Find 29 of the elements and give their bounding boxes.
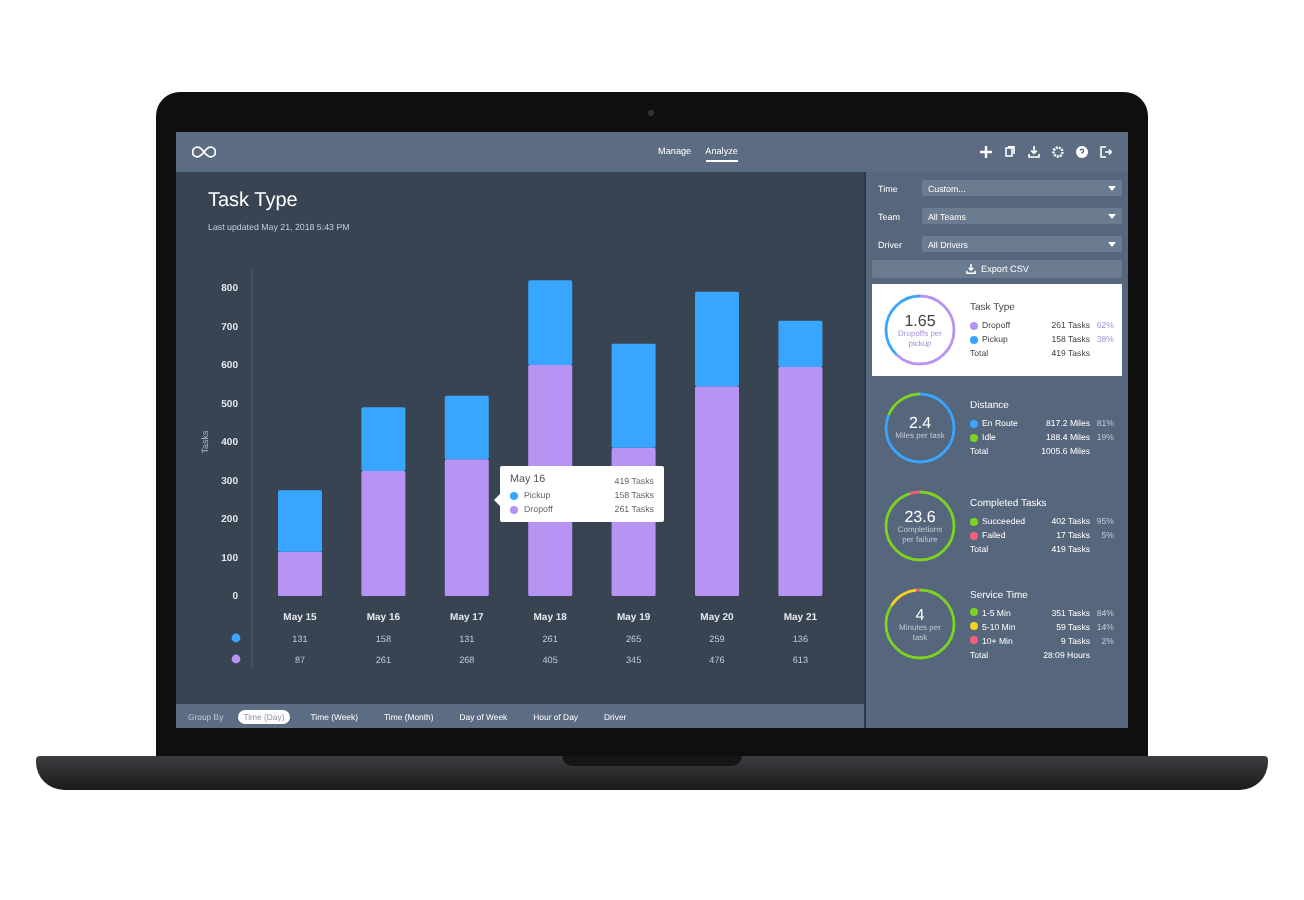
bar-segment[interactable] [778, 366, 823, 596]
logout-icon[interactable] [1100, 146, 1112, 158]
copy-icon[interactable] [1004, 146, 1016, 158]
report-title: Task Type [208, 190, 300, 212]
settings-icon[interactable] [1052, 146, 1064, 158]
stat-value: 4 [915, 606, 925, 625]
infinity-logo-icon [192, 146, 216, 158]
caret-icon [1108, 241, 1116, 247]
donut-ring-drawing [880, 290, 960, 370]
plus-icon[interactable] [980, 146, 992, 158]
bar-segment[interactable] [361, 470, 406, 596]
caret-icon [1108, 185, 1116, 191]
camera-icon [648, 110, 654, 116]
stat-value: 2.4 [908, 414, 932, 433]
download-icon[interactable] [1028, 146, 1040, 158]
bar-segment[interactable] [444, 459, 489, 596]
caret-icon [1108, 213, 1116, 219]
stat-value: 23.6 [904, 508, 936, 527]
bar-segment[interactable] [444, 395, 489, 460]
bar-segment[interactable] [361, 407, 406, 471]
stat-value: 1.65 [904, 312, 936, 331]
bar-segment[interactable] [528, 280, 573, 365]
bar-segment[interactable] [778, 320, 823, 367]
bar-segment[interactable] [611, 343, 656, 448]
donut-ring-drawing [880, 584, 960, 664]
donut-ring-drawing [880, 486, 960, 566]
download-icon [965, 264, 975, 274]
help-icon[interactable] [1076, 146, 1088, 158]
donut-ring-drawing [880, 388, 960, 468]
